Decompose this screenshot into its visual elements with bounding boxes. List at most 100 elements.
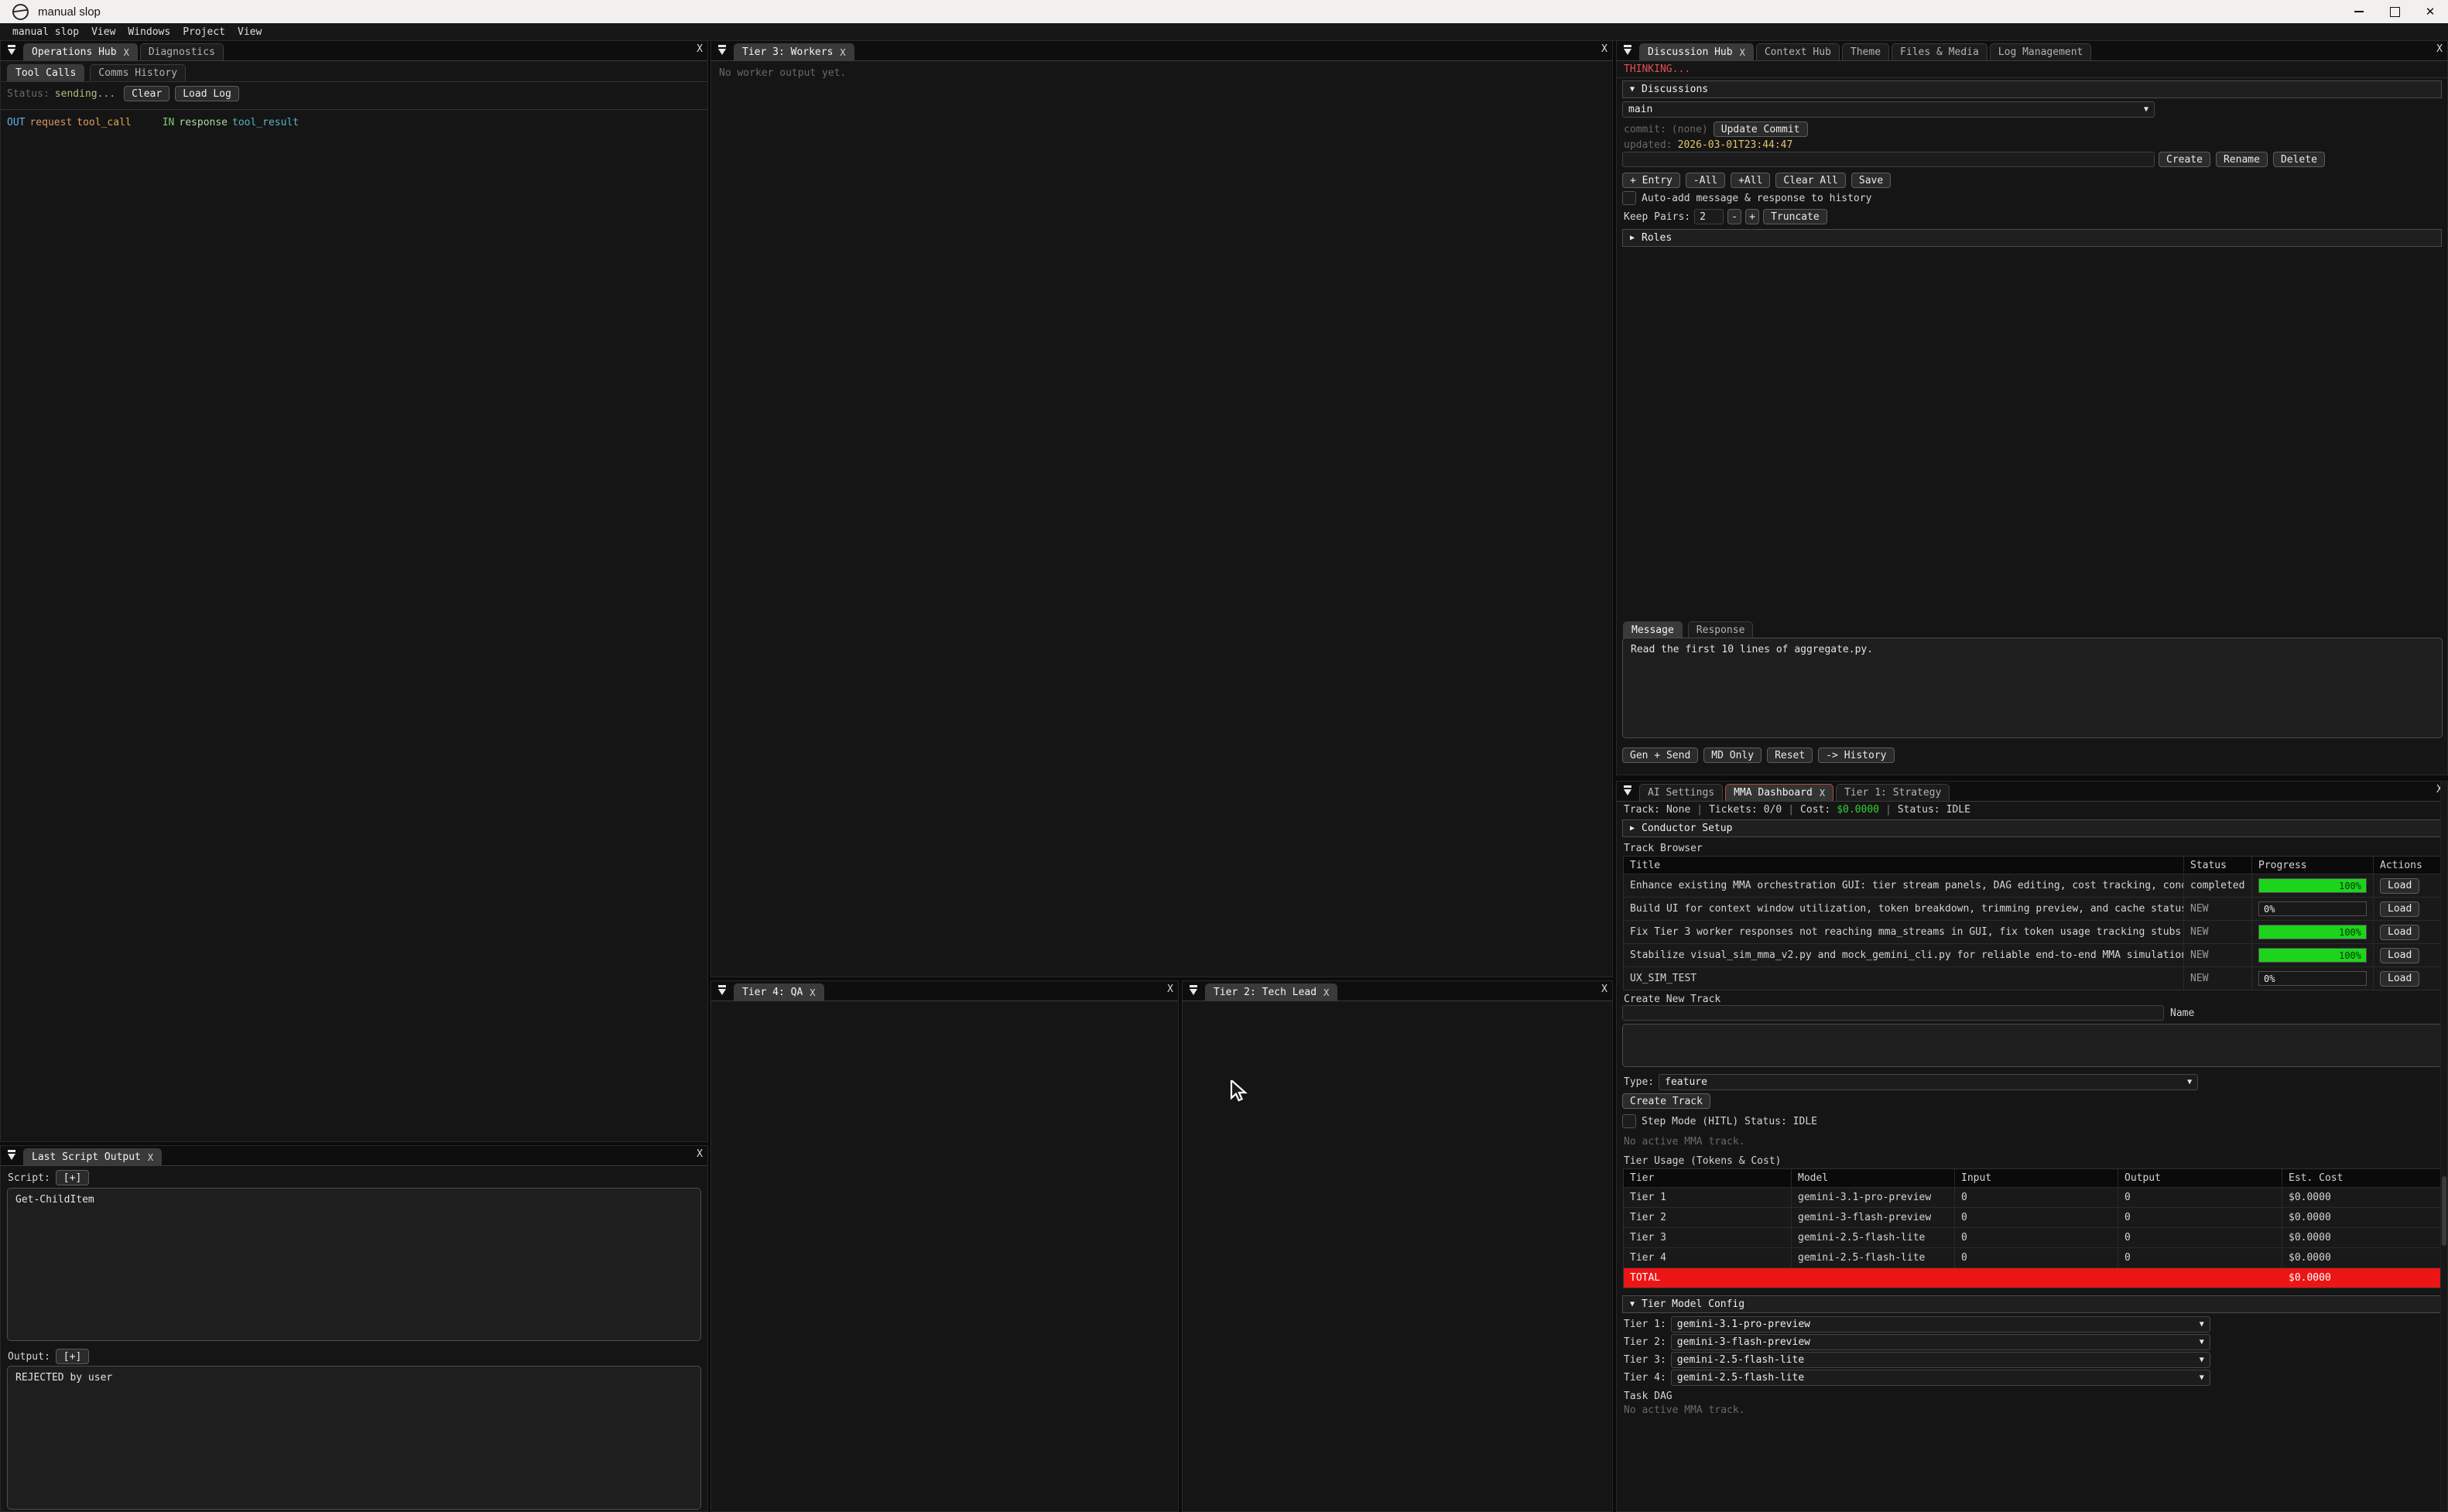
- tier2-model-select[interactable]: gemini-3-flash-preview ▼: [1671, 1334, 2210, 1350]
- discussion-name-input[interactable]: [1622, 152, 2155, 167]
- tab-theme[interactable]: Theme: [1842, 43, 1889, 60]
- step-mode-checkbox[interactable]: [1622, 1114, 1636, 1128]
- menu-view[interactable]: View: [85, 26, 122, 38]
- tab-operations-hub[interactable]: Operations HubX: [23, 43, 138, 60]
- dock-menu-icon[interactable]: [717, 44, 728, 56]
- truncate-button[interactable]: Truncate: [1763, 209, 1827, 224]
- md-only-button[interactable]: MD Only: [1703, 747, 1762, 763]
- menu-project[interactable]: Project: [176, 26, 231, 38]
- dock-menu-icon[interactable]: [1623, 44, 1634, 56]
- dock-menu-icon[interactable]: [7, 44, 18, 56]
- to-history-button[interactable]: -> History: [1818, 747, 1894, 763]
- dock-menu-icon[interactable]: [1623, 785, 1634, 797]
- close-button[interactable]: ✕: [2412, 0, 2448, 23]
- roles-header[interactable]: ▶ Roles: [1622, 229, 2442, 247]
- load-button[interactable]: Load: [2380, 925, 2419, 940]
- track-row: Stabilize visual_sim_mma_v2.py and mock_…: [1624, 944, 2442, 967]
- tab-close-icon[interactable]: X: [124, 47, 129, 58]
- tab-close-icon[interactable]: X: [810, 987, 815, 998]
- panel-close-icon[interactable]: X: [1601, 983, 1607, 995]
- tab-message[interactable]: Message: [1623, 621, 1683, 638]
- script-expand-button[interactable]: [+]: [56, 1170, 89, 1185]
- legend-tool-call: tool_call: [77, 117, 131, 128]
- keep-pairs-plus-button[interactable]: +: [1745, 209, 1759, 224]
- menu-windows[interactable]: Windows: [122, 26, 176, 38]
- tab-close-icon[interactable]: X: [1820, 788, 1825, 799]
- discussions-header[interactable]: ▼ Discussions: [1622, 80, 2442, 98]
- tab-mma-dashboard[interactable]: MMA DashboardX: [1725, 784, 1833, 801]
- panel-close-icon[interactable]: X: [697, 1148, 703, 1160]
- legend-tool-result: tool_result: [232, 117, 299, 128]
- tier-model-config-header[interactable]: ▼ Tier Model Config: [1622, 1295, 2442, 1313]
- tab-files-media[interactable]: Files & Media: [1892, 43, 1988, 60]
- tab-close-icon[interactable]: X: [840, 47, 845, 58]
- tab-comms-history[interactable]: Comms History: [90, 64, 186, 81]
- new-track-name-input[interactable]: [1622, 1005, 2164, 1021]
- discussion-select[interactable]: main ▼: [1622, 101, 2155, 118]
- load-button[interactable]: Load: [2380, 948, 2419, 963]
- load-log-button[interactable]: Load Log: [175, 86, 239, 101]
- scrollbar-thumb[interactable]: [2442, 1176, 2446, 1246]
- tier3-model-select[interactable]: gemini-2.5-flash-lite ▼: [1671, 1352, 2210, 1368]
- panel-close-icon[interactable]: X: [1167, 983, 1173, 995]
- clear-button[interactable]: Clear: [124, 86, 169, 101]
- load-button[interactable]: Load: [2380, 878, 2419, 894]
- output-expand-button[interactable]: [+]: [56, 1349, 89, 1364]
- tab-tier2-tech-lead[interactable]: Tier 2: Tech LeadX: [1205, 983, 1337, 1001]
- tier3-empty-text: No worker output yet.: [719, 67, 846, 79]
- output-textarea[interactable]: REJECTED by user: [7, 1366, 701, 1510]
- track-type-select[interactable]: feature ▼: [1659, 1074, 2198, 1090]
- tab-tier4-qa[interactable]: Tier 4: QAX: [734, 983, 824, 1001]
- minus-all-button[interactable]: -All: [1686, 173, 1725, 188]
- dock-menu-icon[interactable]: [1189, 984, 1200, 997]
- tab-close-icon[interactable]: X: [1323, 987, 1329, 998]
- tier-usage-row: Tier 3 gemini-2.5-flash-lite 0 0 $0.0000: [1624, 1228, 2442, 1248]
- tab-last-script-output[interactable]: Last Script OutputX: [23, 1148, 162, 1165]
- reset-button[interactable]: Reset: [1767, 747, 1813, 763]
- create-button[interactable]: Create: [2159, 152, 2210, 167]
- tier2-tabbar: Tier 2: Tech LeadX X: [1183, 981, 1612, 1001]
- menu-manual-slop[interactable]: manual slop: [6, 26, 85, 38]
- dock-menu-icon[interactable]: [7, 1149, 18, 1161]
- tab-discussion-hub[interactable]: Discussion HubX: [1639, 43, 1754, 60]
- tab-tier1-strategy[interactable]: Tier 1: Strategy: [1836, 784, 1950, 801]
- keep-pairs-input[interactable]: 2: [1694, 209, 1724, 224]
- message-textarea[interactable]: Read the first 10 lines of aggregate.py.: [1622, 638, 2443, 738]
- panel-close-icon[interactable]: X: [697, 43, 703, 55]
- keep-pairs-minus-button[interactable]: -: [1727, 209, 1741, 224]
- scrollbar[interactable]: [2440, 782, 2447, 1511]
- panel-close-icon[interactable]: X: [2436, 43, 2443, 55]
- maximize-button[interactable]: [2377, 0, 2412, 23]
- clear-all-button[interactable]: Clear All: [1775, 173, 1845, 188]
- load-button[interactable]: Load: [2380, 901, 2419, 917]
- script-textarea[interactable]: Get-ChildItem: [7, 1188, 701, 1341]
- gen-send-button[interactable]: Gen + Send: [1622, 747, 1698, 763]
- tier4-model-select[interactable]: gemini-2.5-flash-lite ▼: [1671, 1370, 2210, 1386]
- tab-close-icon[interactable]: X: [1740, 47, 1745, 58]
- dock-menu-icon[interactable]: [717, 984, 728, 997]
- minimize-button[interactable]: [2341, 0, 2377, 23]
- tab-context-hub[interactable]: Context Hub: [1756, 43, 1840, 60]
- save-button[interactable]: Save: [1851, 173, 1891, 188]
- add-entry-button[interactable]: + Entry: [1622, 173, 1680, 188]
- conductor-setup-header[interactable]: ▶ Conductor Setup: [1622, 819, 2442, 837]
- tab-tool-calls[interactable]: Tool Calls: [7, 64, 84, 81]
- auto-add-checkbox[interactable]: [1622, 191, 1636, 205]
- tier1-model-select[interactable]: gemini-3.1-pro-preview ▼: [1671, 1316, 2210, 1332]
- create-track-button[interactable]: Create Track: [1622, 1093, 1710, 1109]
- delete-button[interactable]: Delete: [2273, 152, 2325, 167]
- tab-close-icon[interactable]: X: [148, 1152, 153, 1163]
- tab-tier3-workers[interactable]: Tier 3: WorkersX: [734, 43, 854, 60]
- menu-view-2[interactable]: View: [231, 26, 268, 38]
- tab-log-management[interactable]: Log Management: [1990, 43, 2092, 60]
- update-commit-button[interactable]: Update Commit: [1714, 121, 1808, 137]
- tab-ai-settings[interactable]: AI Settings: [1639, 784, 1723, 801]
- new-track-description-textarea[interactable]: [1622, 1024, 2443, 1067]
- tab-response[interactable]: Response: [1688, 621, 1754, 638]
- plus-all-button[interactable]: +All: [1731, 173, 1770, 188]
- legend-out: OUT: [7, 117, 25, 128]
- panel-close-icon[interactable]: X: [1601, 43, 1607, 55]
- tab-diagnostics[interactable]: Diagnostics: [140, 43, 224, 60]
- load-button[interactable]: Load: [2380, 971, 2419, 987]
- rename-button[interactable]: Rename: [2216, 152, 2268, 167]
